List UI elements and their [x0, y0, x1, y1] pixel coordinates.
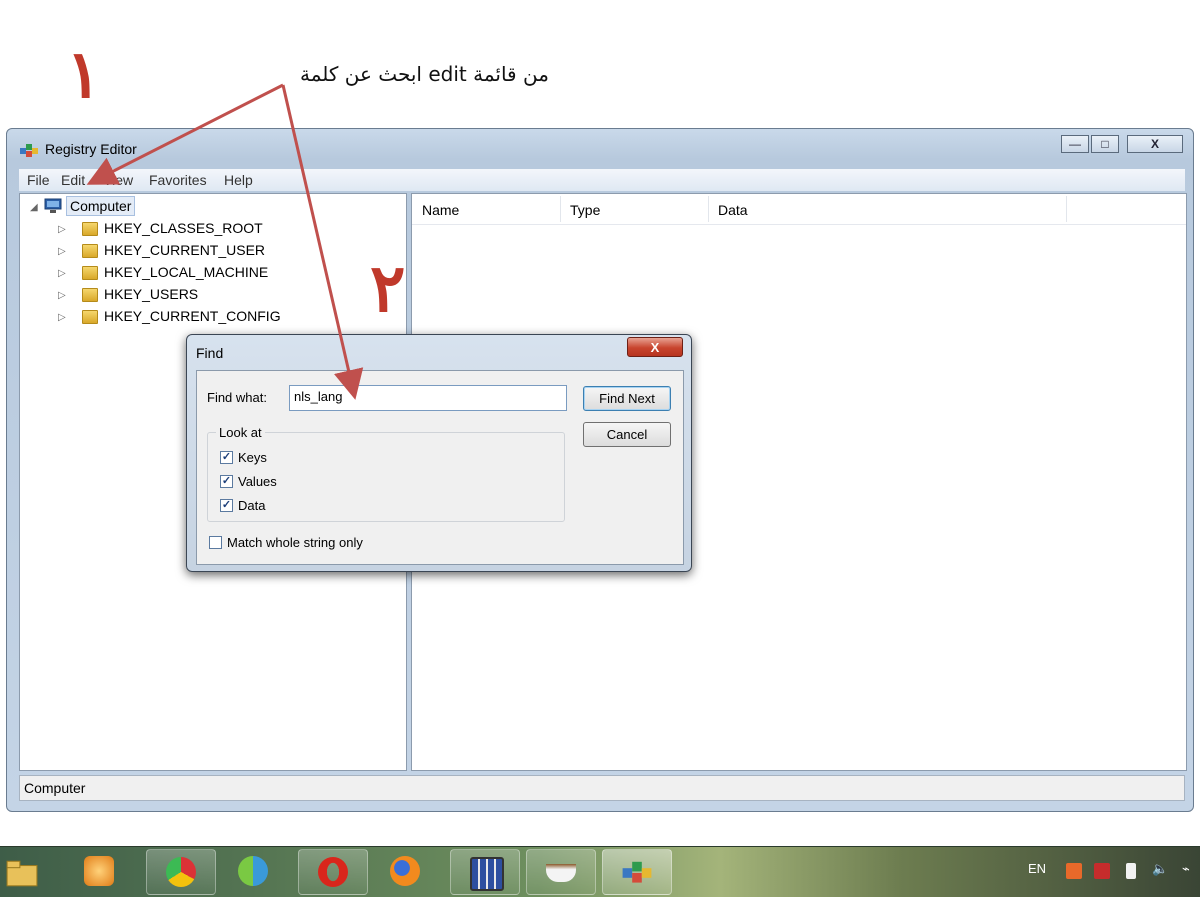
media-player-icon [84, 856, 114, 886]
registry-icon [622, 861, 652, 883]
keys-label[interactable]: Keys [238, 450, 267, 465]
network-icon[interactable]: ⌁ [1182, 861, 1190, 877]
menu-file[interactable]: File [27, 172, 50, 188]
folder-icon [82, 266, 98, 280]
values-label[interactable]: Values [238, 474, 277, 489]
keys-checkbox[interactable]: ✓ [220, 451, 233, 464]
battery-icon[interactable] [1126, 863, 1136, 879]
menu-help[interactable]: Help [224, 172, 253, 188]
match-whole-string-checkbox[interactable] [209, 536, 222, 549]
tree-item-users[interactable]: HKEY_USERS [104, 284, 198, 304]
data-checkbox[interactable]: ✓ [220, 499, 233, 512]
chrome-icon [166, 857, 196, 887]
expand-arrow-icon[interactable]: ▷ [58, 312, 66, 323]
firefox-icon [390, 856, 420, 886]
status-text: Computer [24, 780, 86, 796]
values-checkbox[interactable]: ✓ [220, 475, 233, 488]
taskbar-coffee[interactable] [526, 849, 596, 895]
header-divider [412, 224, 1186, 225]
dialog-title: Find [196, 345, 224, 361]
find-what-input[interactable]: nls_lang [289, 385, 567, 411]
column-header-data[interactable]: Data [718, 202, 748, 218]
taskbar: EN 🔈 ⌁ [0, 846, 1200, 897]
column-separator [1066, 196, 1067, 222]
tree-item-local-machine[interactable]: HKEY_LOCAL_MACHINE [104, 262, 268, 282]
find-next-button[interactable]: Find Next [583, 386, 671, 411]
taskbar-media-player[interactable] [70, 849, 128, 895]
status-bar: Computer [19, 775, 1185, 801]
find-what-label: Find what: [207, 390, 267, 405]
folder-icon [82, 244, 98, 258]
annotation-instruction: من قائمة edit ابحث عن كلمة [300, 62, 549, 86]
acrobat-icon[interactable] [1094, 863, 1110, 879]
taskbar-firefox[interactable] [374, 849, 438, 895]
annotation-step-1: ١ [66, 35, 102, 113]
expand-arrow-icon[interactable]: ▷ [58, 268, 66, 279]
minimize-button[interactable]: — [1061, 135, 1089, 153]
column-header-name[interactable]: Name [422, 202, 459, 218]
look-at-label: Look at [216, 425, 265, 440]
computer-icon [44, 198, 62, 213]
folder-icon [82, 310, 98, 324]
explorer-icon [6, 860, 38, 887]
column-separator [560, 196, 561, 222]
menu-edit[interactable]: Edit [61, 172, 85, 188]
close-button[interactable]: X [1127, 135, 1183, 153]
tree-item-computer[interactable]: Computer [66, 196, 136, 216]
tree-item-current-config[interactable]: HKEY_CURRENT_CONFIG [104, 306, 281, 326]
expand-arrow-icon[interactable]: ▷ [58, 290, 66, 301]
taskbar-browser[interactable] [222, 849, 286, 895]
language-bar-icon[interactable] [1066, 863, 1082, 879]
taskbar-explorer[interactable] [0, 849, 48, 895]
volume-icon[interactable]: 🔈 [1152, 861, 1168, 877]
data-label[interactable]: Data [238, 498, 265, 513]
cancel-button[interactable]: Cancel [583, 422, 671, 447]
expand-arrow-icon[interactable]: ▷ [58, 246, 66, 257]
calculator-icon [470, 857, 504, 891]
coffee-icon [546, 864, 576, 882]
menu-bar: File Edit View Favorites Help [19, 169, 1185, 191]
window-titlebar[interactable]: Registry Editor — □ X [7, 129, 1193, 169]
column-separator [708, 196, 709, 222]
maximize-button[interactable]: □ [1091, 135, 1119, 153]
browser-icon [238, 856, 268, 886]
tree-item-current-user[interactable]: HKEY_CURRENT_USER [104, 240, 265, 260]
opera-icon [318, 857, 348, 887]
column-header-type[interactable]: Type [570, 202, 600, 218]
dialog-close-button[interactable]: X [627, 337, 683, 357]
registry-icon [20, 144, 38, 157]
find-dialog: Find X Find what: nls_lang Find Next Can… [186, 334, 692, 572]
tree-item-classes-root[interactable]: HKEY_CLASSES_ROOT [104, 218, 263, 238]
taskbar-opera[interactable] [298, 849, 368, 895]
annotation-step-2: ٢ [370, 249, 406, 327]
collapse-arrow-icon[interactable]: ◢ [30, 202, 38, 213]
dialog-body: Find what: nls_lang Find Next Cancel Loo… [196, 370, 684, 565]
expand-arrow-icon[interactable]: ▷ [58, 224, 66, 235]
taskbar-chrome[interactable] [146, 849, 216, 895]
folder-icon [82, 222, 98, 236]
window-title: Registry Editor [45, 141, 137, 157]
taskbar-calculator[interactable] [450, 849, 520, 895]
taskbar-registry-editor[interactable] [602, 849, 672, 895]
menu-favorites[interactable]: Favorites [149, 172, 207, 188]
match-whole-string-label[interactable]: Match whole string only [227, 535, 363, 550]
folder-icon [82, 288, 98, 302]
look-at-group: Look at ✓ Keys ✓ Values ✓ Data [207, 425, 565, 522]
menu-view[interactable]: View [103, 172, 133, 188]
language-indicator[interactable]: EN [1028, 861, 1046, 876]
